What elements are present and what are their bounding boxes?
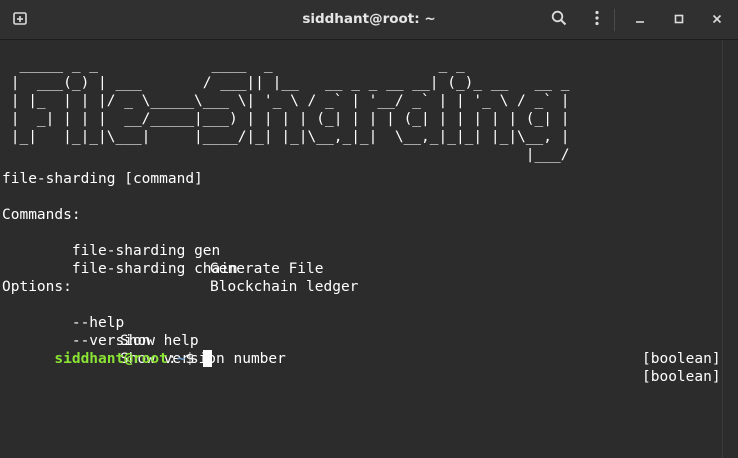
minimize-icon: [635, 11, 645, 29]
titlebar-separator: [614, 9, 615, 31]
shell-prompt[interactable]: siddhant@root:~$: [2, 332, 212, 367]
command-name: file-sharding chain: [54, 261, 238, 277]
terminal-window: siddhant@root: ~ _____ _ _ ____ _ _ _ | …: [0, 0, 738, 458]
menu-button[interactable]: [585, 8, 609, 32]
minimize-button[interactable]: [628, 8, 652, 32]
text-cursor: [202, 350, 212, 367]
banner-line: _____ _ _ ____ _ _ _: [2, 57, 579, 73]
close-button[interactable]: [705, 8, 729, 32]
usage-line: file-sharding [command]: [2, 171, 203, 187]
option-row: --version Show version number [boolean]: [2, 314, 722, 385]
commands-header: Commands:: [2, 207, 81, 223]
command-description: Blockchain ledger: [210, 279, 359, 295]
prompt-user: siddhant@root: [54, 351, 168, 367]
option-type: [boolean]: [642, 351, 721, 367]
kebab-menu-icon: [594, 10, 600, 31]
search-icon: [551, 10, 567, 31]
close-icon: [712, 11, 722, 29]
banner-line: | |_ | | |/ _ \_____\___ \| '_ \ / _` | …: [2, 93, 570, 109]
banner-line: |___/: [2, 147, 579, 163]
maximize-icon: [674, 11, 684, 29]
command-row: file-sharding chain Blockchain ledger: [2, 242, 702, 295]
command-row: file-sharding gen Generate File: [2, 224, 702, 277]
option-type: [boolean]: [642, 369, 721, 385]
prompt-separator: :: [167, 351, 177, 367]
banner-line: |_| |_|_|\___| |____/|_| |_|\__,_|_| \__…: [2, 129, 570, 145]
maximize-button[interactable]: [667, 8, 691, 32]
banner-line: | _| | | | __/_____|___) | | | | (_| | |…: [2, 111, 570, 127]
option-row: --help Show help [boolean]: [2, 296, 722, 367]
terminal-output[interactable]: _____ _ _ ____ _ _ _ | ___(_) | ___ / __…: [0, 40, 722, 458]
options-header: Options:: [2, 279, 72, 295]
banner-line: | ___(_) | ___ / ___|| |__ __ _ _ __ __|…: [2, 75, 579, 91]
prompt-symbol: $: [185, 351, 203, 367]
scrollbar[interactable]: [722, 40, 738, 458]
title-bar[interactable]: siddhant@root: ~: [0, 0, 738, 40]
search-button[interactable]: [547, 8, 571, 32]
